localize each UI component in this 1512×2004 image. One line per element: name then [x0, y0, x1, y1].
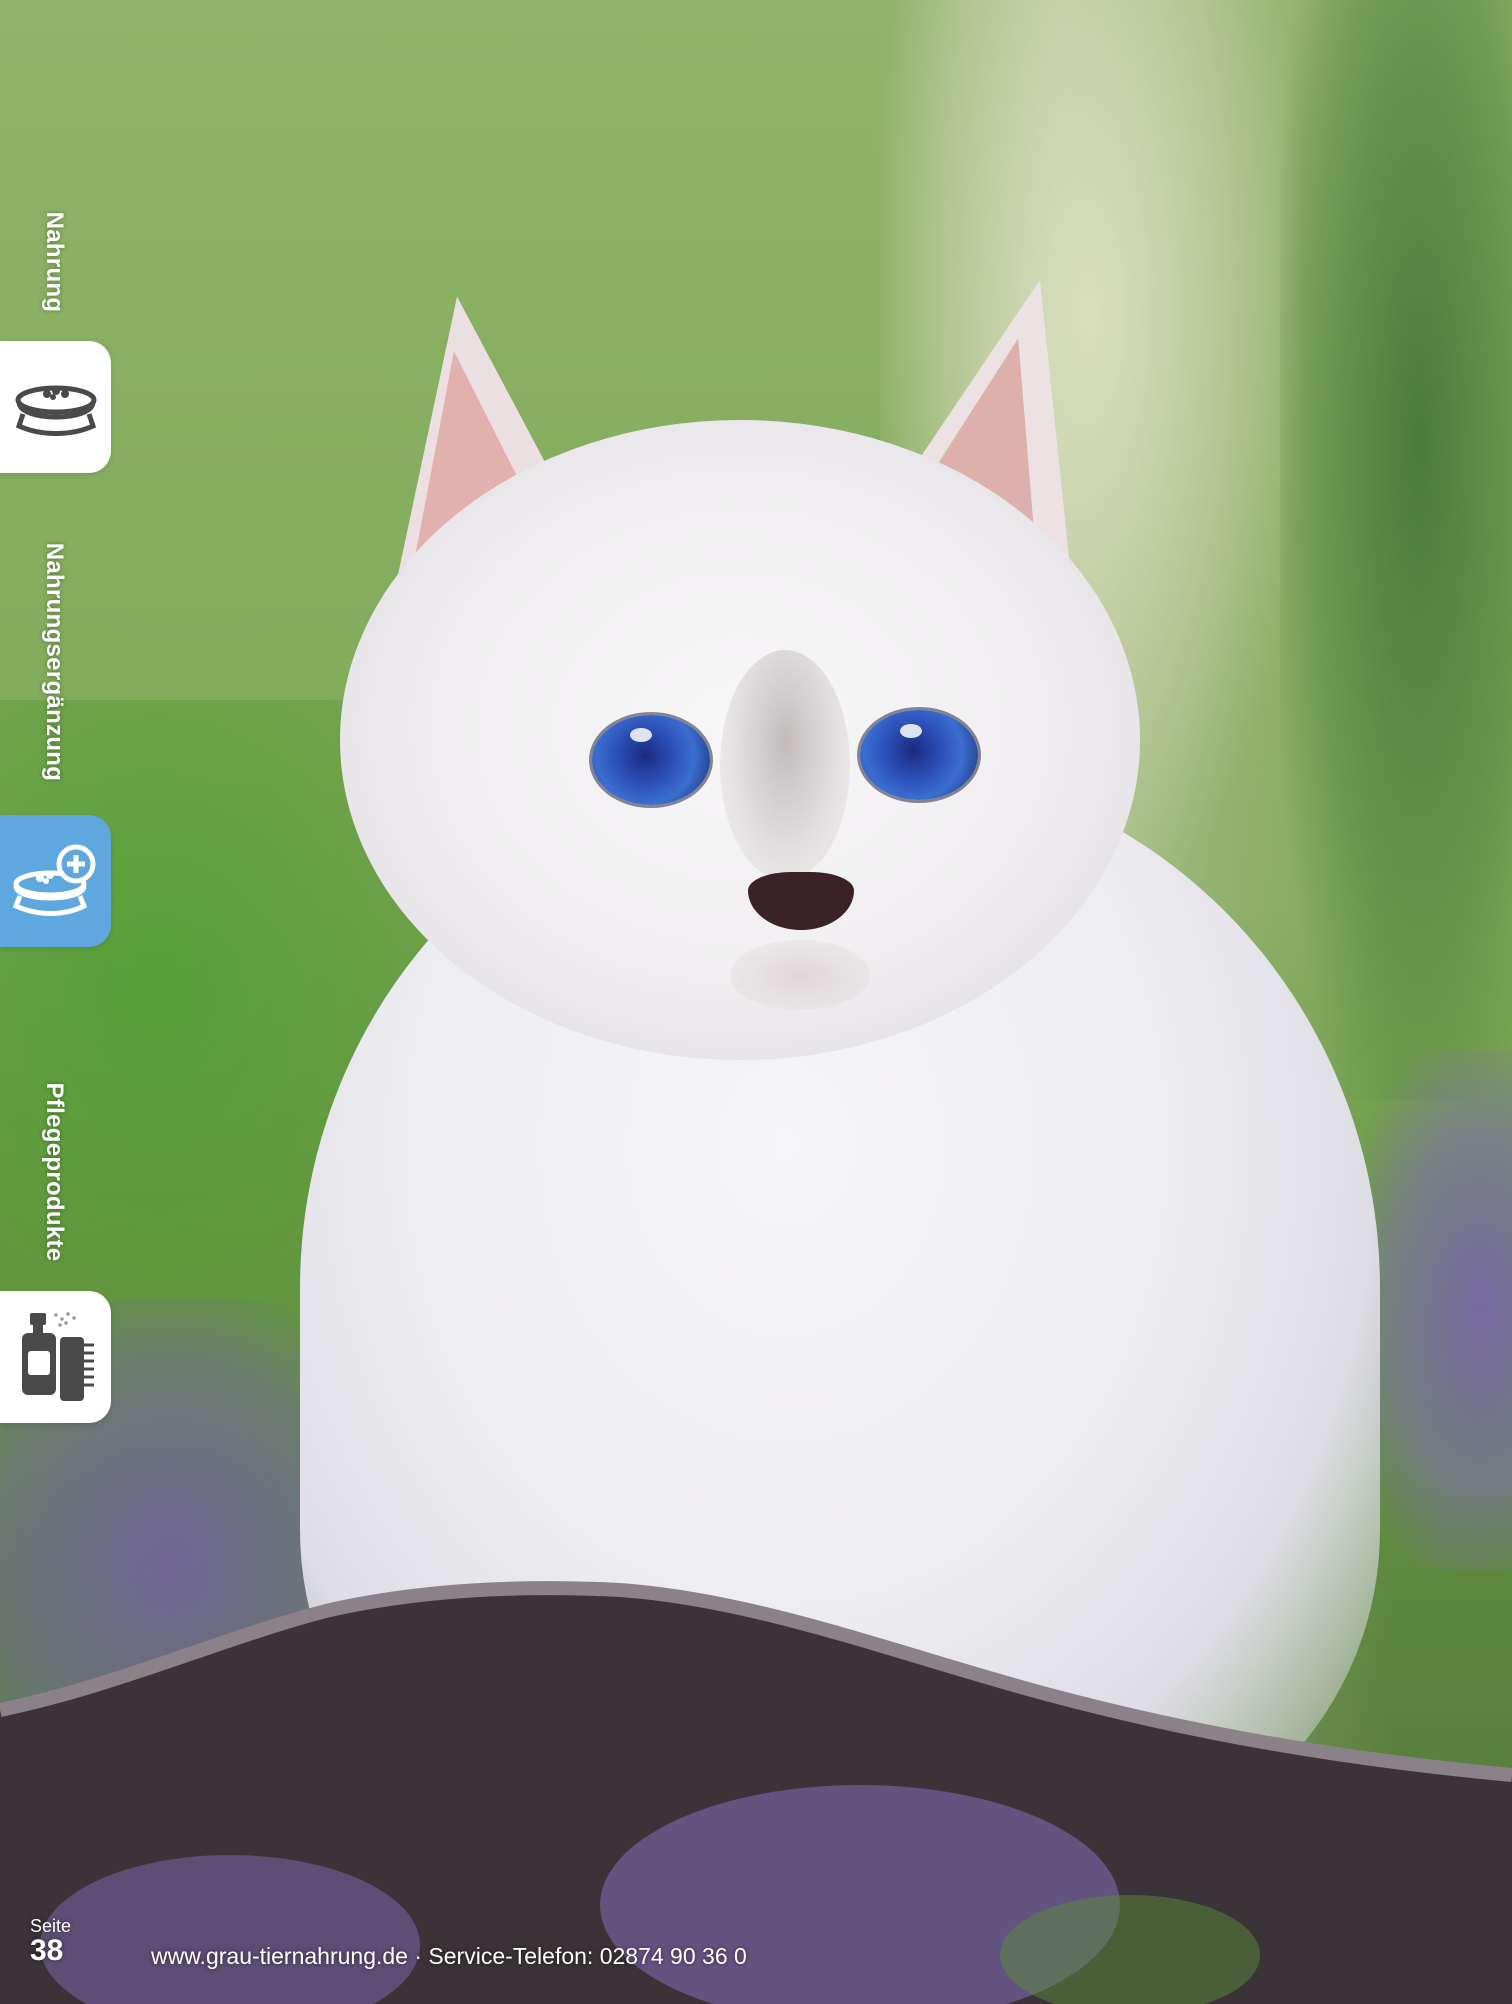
kitten-photo — [0, 0, 1512, 2004]
tab-nahrung[interactable] — [0, 341, 111, 473]
side-label-nahrungsergaenzung: Nahrungsergänzung — [41, 542, 68, 782]
tab-nahrungsergaenzung[interactable] — [0, 815, 111, 947]
care-products-icon — [21, 1312, 94, 1401]
supplement-bowl-icon — [12, 844, 95, 916]
side-label-pflegeprodukte: Pflegeprodukte — [41, 1082, 68, 1262]
page-number: 38 — [30, 1934, 64, 1967]
food-bowl-icon — [15, 385, 96, 436]
side-label-nahrung: Nahrung — [41, 211, 68, 313]
footer-contact-line: www.grau-tiernahrung.de · Service-Telefo… — [151, 1943, 747, 1969]
tab-pflegeprodukte[interactable] — [0, 1291, 111, 1423]
